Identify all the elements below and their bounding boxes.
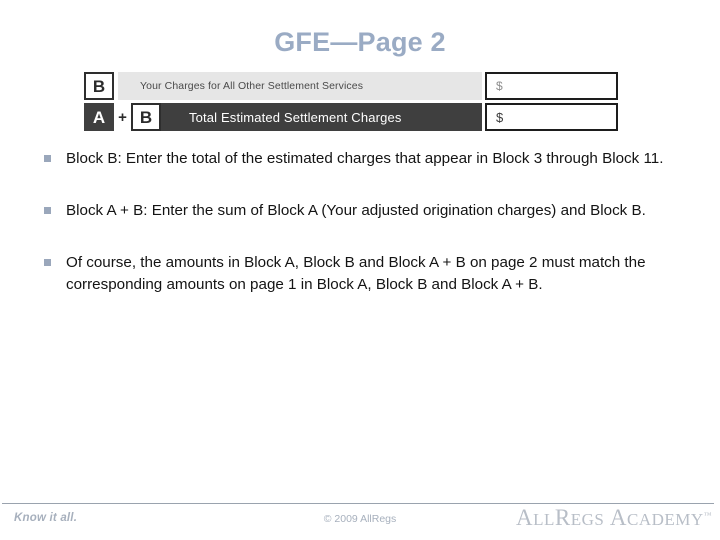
gfe-form-graphic: B Your Charges for All Other Settlement … [84, 72, 618, 131]
square-bullet-icon [44, 200, 66, 215]
allregs-academy-logo: ALLREGS ACADEMY™ [516, 505, 712, 531]
list-item-text: Block A + B: Enter the sum of Block A (Y… [66, 202, 646, 220]
list-item-text: Block B: Enter the total of the estimate… [66, 150, 664, 167]
bullet-list: Block B: Enter the total of the estimate… [44, 148, 706, 326]
form-row-block-a-plus-b: A + B Total Estimated Settlement Charges… [84, 103, 618, 131]
list-item: Block B: Enter the total of the estimate… [44, 148, 706, 170]
logo-r: R [554, 505, 571, 530]
form-row-block-b: B Your Charges for All Other Settlement … [84, 72, 618, 100]
logo-egs: EGS [570, 510, 605, 529]
block-badge-b: B [84, 72, 114, 100]
block-badge-a: A [84, 103, 114, 131]
logo-cademy: CADEMY [626, 510, 704, 529]
block-b-label: Your Charges for All Other Settlement Se… [118, 72, 482, 100]
trademark-icon: ™ [703, 510, 712, 520]
logo-a1: A [515, 505, 534, 530]
list-item: Of course, the amounts in Block A, Block… [44, 252, 706, 296]
total-estimated-settlement-charges-label: Total Estimated Settlement Charges [161, 103, 482, 131]
total-amount-field[interactable]: $ [485, 103, 618, 131]
square-bullet-icon [44, 148, 66, 162]
block-badge-b-second: B [131, 103, 161, 131]
list-item: Block A + B: Enter the sum of Block A (Y… [44, 200, 706, 222]
page-title: GFE—Page 2 [274, 27, 446, 57]
footer-divider [2, 503, 714, 504]
square-bullet-icon [44, 252, 66, 267]
logo-ll: LL [533, 510, 555, 529]
list-item-text: Of course, the amounts in Block A, Block… [66, 254, 646, 294]
plus-icon: + [114, 103, 131, 131]
logo-a2: A [609, 505, 627, 530]
block-b-amount-field[interactable]: $ [485, 72, 618, 100]
